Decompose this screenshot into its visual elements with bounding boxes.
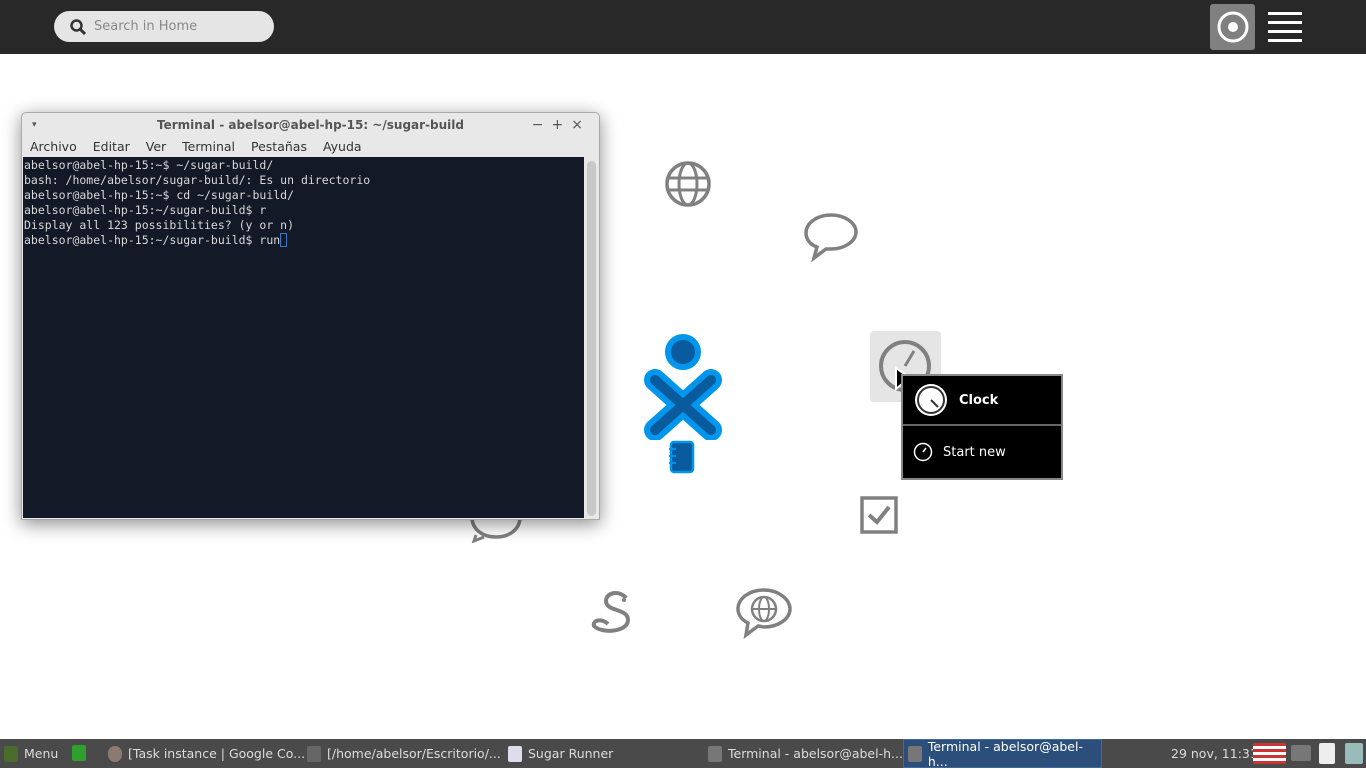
folder-icon (307, 745, 321, 762)
terminal-line: Display all 123 possibilities? (y or n) (24, 218, 295, 232)
browser-icon (108, 745, 122, 762)
window-title: Terminal - abelsor@abel-hp-15: ~/sugar-b… (157, 118, 464, 132)
window-menu-button[interactable]: ▾ (32, 113, 37, 137)
task-browser[interactable]: [Task instance | Google Co... (108, 739, 305, 768)
xo-buddy-icon[interactable] (643, 330, 723, 440)
terminal-line: abelsor@abel-hp-15:~/sugar-build$ r (24, 203, 267, 217)
task-label: [Task instance | Google Co... (128, 746, 306, 761)
palette-title: Clock (959, 392, 999, 408)
device-icon[interactable] (1345, 743, 1363, 764)
menu-ver[interactable]: Ver (146, 137, 166, 157)
checklist-activity-icon[interactable] (859, 495, 901, 537)
task-sugar-runner[interactable]: Sugar Runner (508, 739, 613, 768)
search-icon (70, 18, 86, 35)
start-new-icon (913, 442, 933, 462)
clock-palette: Clock Start new (901, 374, 1063, 480)
browse-activity-icon[interactable] (664, 160, 712, 208)
text-cursor (280, 233, 288, 247)
web-services-activity-icon[interactable] (735, 587, 793, 639)
clock[interactable]: 29 nov, 11:31 (1171, 746, 1258, 761)
search-placeholder: Search in Home (94, 19, 198, 34)
palette-header: Clock (903, 376, 1061, 426)
home-view-button[interactable] (1210, 4, 1255, 50)
menu-label: Menu (24, 746, 59, 761)
keyboard-layout-flag-icon[interactable] (1253, 743, 1286, 764)
chat-activity-icon[interactable] (803, 212, 859, 262)
taskbar: Menu [Task instance | Google Co... [/hom… (0, 738, 1366, 769)
terminal-icon (908, 745, 922, 762)
terminal-titlebar[interactable]: ▾ Terminal - abelsor@abel-hp-15: ~/sugar… (22, 113, 599, 137)
network-icon[interactable] (1291, 745, 1311, 761)
menu-pestanas[interactable]: Pestañas (251, 137, 307, 157)
search-input[interactable]: Search in Home (54, 11, 274, 42)
terminal-line: bash: /home/abelsor/sugar-build/: Es un … (24, 173, 371, 187)
top-toolbar: Search in Home (0, 0, 1366, 54)
terminal-line: abelsor@abel-hp-15:~$ cd ~/sugar-build/ (24, 188, 295, 202)
menu-icon (4, 745, 18, 762)
terminal-icon (708, 745, 722, 762)
home-view-icon (1217, 11, 1248, 43)
start-new-menu-item[interactable]: Start new (903, 426, 1061, 478)
minimize-button[interactable]: − (532, 117, 552, 133)
python-activity-icon[interactable] (588, 588, 638, 638)
terminal-scrollbar[interactable] (587, 161, 596, 516)
start-new-label: Start new (943, 444, 1006, 460)
menu-terminal[interactable]: Terminal (182, 137, 235, 157)
task-label: Sugar Runner (528, 746, 614, 761)
terminal-output[interactable]: abelsor@abel-hp-15:~$ ~/sugar-build/bash… (23, 157, 584, 518)
close-button[interactable]: × (571, 117, 591, 133)
task-terminal-2[interactable]: Terminal - abelsor@abel-h... (903, 738, 1102, 769)
terminal-menubar: Archivo Editar Ver Terminal Pestañas Ayu… (22, 137, 599, 157)
task-label: Terminal - abelsor@abel-h... (927, 738, 1083, 769)
menu-archivo[interactable]: Archivo (30, 137, 77, 157)
terminal-line: abelsor@abel-hp-15:~/sugar-build$ run (24, 233, 281, 247)
clock-icon (915, 384, 947, 416)
maximize-button[interactable]: + (552, 117, 572, 133)
list-view-button[interactable] (1268, 12, 1302, 42)
terminal-line: abelsor@abel-hp-15:~$ ~/sugar-build/ (24, 158, 274, 172)
battery-icon[interactable] (1319, 743, 1335, 764)
terminal-window: ▾ Terminal - abelsor@abel-hp-15: ~/sugar… (21, 112, 600, 520)
task-label: [/home/abelsor/Escritorio/... (327, 746, 501, 761)
window-icon (508, 745, 522, 762)
task-label: Terminal - abelsor@abel-h... (728, 746, 903, 761)
menu-editar[interactable]: Editar (93, 137, 130, 157)
launcher-icon[interactable] (72, 745, 86, 761)
start-menu-button[interactable]: Menu (4, 739, 58, 768)
task-terminal-1[interactable]: Terminal - abelsor@abel-h... (706, 739, 903, 768)
journal-icon[interactable] (667, 440, 697, 474)
menu-ayuda[interactable]: Ayuda (323, 137, 362, 157)
task-file-manager[interactable]: [/home/abelsor/Escritorio/... (307, 739, 501, 768)
